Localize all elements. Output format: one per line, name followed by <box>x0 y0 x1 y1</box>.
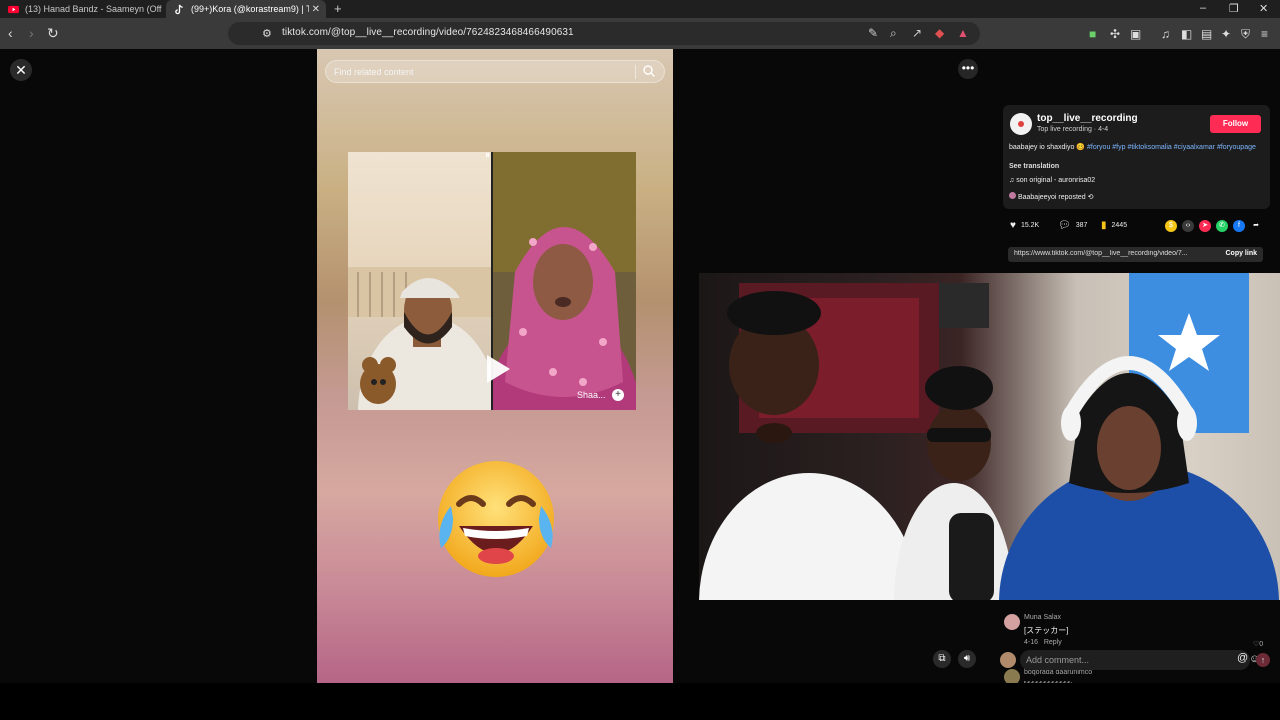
heart-icon: ♥ <box>1010 220 1016 231</box>
wallet-icon[interactable]: ▤ <box>1201 27 1212 41</box>
screenshot-icon[interactable]: ▣ <box>1130 27 1141 41</box>
reload-icon[interactable]: ↻ <box>47 25 59 41</box>
comment-icon: 💬︎ <box>1058 220 1071 231</box>
facebook-icon[interactable]: f <box>1233 220 1245 232</box>
livestream-image <box>699 273 1279 600</box>
man-in-cap-image <box>348 267 492 410</box>
save-count: 2445 <box>1111 222 1128 229</box>
minimize-icon[interactable]: – <box>1200 2 1206 14</box>
comment-count: 387 <box>1075 222 1088 229</box>
author-name[interactable]: top__live__recording <box>1037 113 1138 124</box>
tiktok-icon <box>175 4 183 14</box>
duet-user-label: Shaa... <box>577 390 606 400</box>
tab-tiktok[interactable]: (99+)Kora (@korastream9) | TikTok ✕ <box>166 0 326 18</box>
bookmark-icon: ▮ <box>1101 220 1107 231</box>
author-avatar[interactable] <box>1010 113 1032 135</box>
close-tab-icon[interactable]: ✕ <box>312 4 320 15</box>
share-link-text[interactable]: https://www.tiktok.com/@top__live__recor… <box>1014 250 1209 257</box>
search-icon[interactable] <box>642 64 656 78</box>
play-icon[interactable] <box>483 352 513 386</box>
forward-icon[interactable]: › <box>29 25 34 41</box>
browser-tab-bar: (13) Hanad Bandz - Saameyn (Official (99… <box>0 0 1280 18</box>
url-text: tiktok.com/@top__live__recording/video/7… <box>282 27 574 38</box>
livestream-overlay <box>699 273 1280 600</box>
duet-left-frame <box>348 152 492 410</box>
see-translation-link[interactable]: See translation <box>1009 163 1059 170</box>
mention-icon[interactable]: @ <box>1237 652 1248 664</box>
woman-in-hijab-image <box>493 152 636 410</box>
repost-icon: ⟲ <box>1087 194 1094 201</box>
author-subtitle: Top live recording · 4-4 <box>1037 126 1109 133</box>
hashtags[interactable]: #foryou #fyp #tiktoksomalia #ciyaalxamar… <box>1087 144 1256 151</box>
music-title: son original - auronrisa02 <box>1016 177 1096 184</box>
browser-toolbar: ‹ › ↻ 🔖︎ ⚙︎ tiktok.com/@top__live__recor… <box>0 18 1280 49</box>
brave-shield-icon[interactable]: ◆ <box>935 26 944 40</box>
video-player[interactable]: ⏸︎ Shaa... + <box>317 49 673 683</box>
follow-button[interactable]: Follow <box>1210 115 1261 133</box>
volume-icon[interactable]: 🔊︎ <box>958 650 976 668</box>
translate-icon[interactable]: ✎ <box>868 26 878 40</box>
duet-right-frame <box>493 152 636 410</box>
window-close-icon[interactable]: ✕ <box>1259 2 1268 15</box>
leo-icon[interactable]: ✦ <box>1221 27 1231 41</box>
comment-input-box[interactable]: @ ☺ <box>1020 650 1260 670</box>
tab-youtube[interactable]: (13) Hanad Bandz - Saameyn (Official <box>0 0 162 18</box>
post-comment-icon[interactable]: ↑ <box>1256 653 1270 667</box>
site-info-icon[interactable]: ⚙︎ <box>262 27 272 40</box>
coin-icon[interactable]: $ <box>1165 220 1177 232</box>
repost-text: Baabajeeyoi reposted <box>1017 194 1086 201</box>
copy-link-button[interactable]: Copy link <box>1225 250 1257 257</box>
back-icon[interactable]: ‹ <box>8 25 13 41</box>
share-icon[interactable]: ➦ <box>1250 220 1262 232</box>
like-button[interactable]: ♥ 15.2K <box>1010 220 1039 231</box>
vpn-icon[interactable]: ⛨ <box>1241 27 1250 42</box>
search-divider <box>635 65 636 79</box>
menu-icon[interactable]: ≡ <box>1261 27 1268 41</box>
tab-label: (13) Hanad Bandz - Saameyn (Official <box>25 4 162 14</box>
music-note-icon: ♫ <box>1009 177 1015 184</box>
related-search[interactable] <box>325 60 665 83</box>
share-icon[interactable]: ↗ <box>912 26 922 40</box>
action-bar: ♥ 15.2K 💬︎ 387 ▮ 2445 $ ‹› ➤ ✆ f ➦ <box>1008 220 1268 236</box>
like-count: 15.2K <box>1020 222 1040 229</box>
commenter-name[interactable]: Muna Salax <box>1024 614 1061 621</box>
tab-label: (99+)Kora (@korastream9) | TikTok <box>191 4 309 14</box>
embed-icon[interactable]: ‹› <box>1182 220 1194 232</box>
media-icon[interactable]: ♫ <box>1161 27 1170 41</box>
add-icon[interactable]: + <box>612 389 624 401</box>
whatsapp-icon[interactable]: ✆ <box>1216 220 1228 232</box>
author-card: top__live__recording Top live recording … <box>1003 105 1270 209</box>
close-viewer-icon[interactable]: ✕ <box>10 59 32 81</box>
new-tab-button[interactable]: + <box>334 1 342 16</box>
rewards-icon[interactable]: ▲ <box>957 26 969 40</box>
comment-button[interactable]: 💬︎ 387 <box>1058 220 1087 231</box>
caption-text: baabajey io shaxdiyo 🥴 <box>1009 144 1086 151</box>
comment-composer: @ ☺ ↑ <box>1000 640 1280 680</box>
picture-in-picture-icon[interactable]: ⧉ <box>933 650 951 668</box>
save-button[interactable]: ▮ 2445 <box>1101 220 1127 231</box>
sidebar-icon[interactable]: ◧ <box>1181 27 1192 41</box>
youtube-icon <box>8 5 19 13</box>
tiktok-video-page: ✕ Find related content ⏸︎ Shaa... + ••• … <box>0 49 1280 689</box>
comment-text: [ステッカー] <box>1024 626 1069 635</box>
bottom-bar <box>0 683 1280 720</box>
more-options-icon[interactable]: ••• <box>958 59 978 79</box>
restore-icon[interactable]: ❐ <box>1229 2 1239 15</box>
comment-input[interactable] <box>1026 653 1206 667</box>
my-avatar <box>1000 652 1016 668</box>
music-row[interactable]: ♫ son original - auronrisa02 <box>1009 177 1095 184</box>
share-link-box: https://www.tiktok.com/@top__live__recor… <box>1008 247 1263 262</box>
zoom-icon[interactable]: ⌕ <box>890 26 897 41</box>
commenter-avatar[interactable] <box>1004 614 1020 630</box>
video-caption: baabajey io shaxdiyo 🥴 #foryou #fyp #tik… <box>1009 143 1259 152</box>
related-search-input[interactable] <box>334 64 634 80</box>
puzzle-icon[interactable]: ✣ <box>1110 27 1120 41</box>
duet-handle-icon[interactable]: ⏸︎ <box>485 150 490 161</box>
reposter-avatar <box>1009 192 1016 199</box>
extension-icon[interactable]: ■ <box>1089 27 1096 41</box>
repost-row[interactable]: Baabajeeyoi reposted ⟲ <box>1009 192 1094 201</box>
address-bar[interactable]: ⚙︎ tiktok.com/@top__live__recording/vide… <box>228 22 980 45</box>
send-to-friend-icon[interactable]: ➤ <box>1199 220 1211 232</box>
laughing-emoji-icon <box>438 461 554 577</box>
